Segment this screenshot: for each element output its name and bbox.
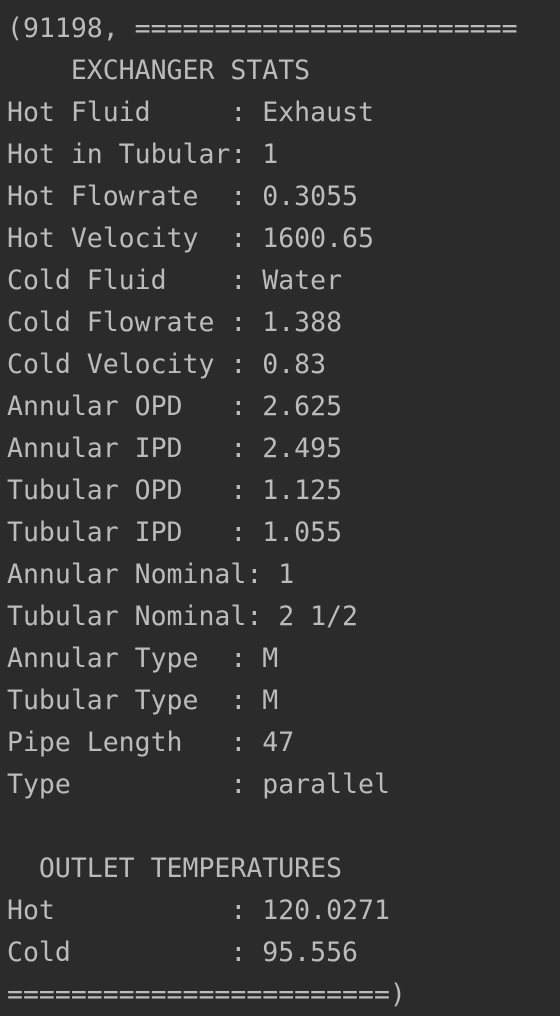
console-line-hot-temp: Hot : 120.0271	[7, 895, 390, 926]
console-line-outlet-temperatures: OUTLET TEMPERATURES	[7, 853, 343, 884]
console-line-tubular-ipd: Tubular IPD : 1.055	[7, 517, 343, 548]
console-line-annular-ipd: Annular IPD : 2.495	[7, 433, 343, 464]
console-line-annular-type: Annular Type : M	[7, 643, 279, 674]
console-line-tubular-opd: Tubular OPD : 1.125	[7, 475, 343, 506]
console-line-hot-flowrate: Hot Flowrate : 0.3055	[7, 181, 358, 212]
console-line-header-open: (91198, ========================	[7, 13, 518, 44]
console-line-type: Type : parallel	[7, 769, 390, 800]
console-line-exchanger-stats: EXCHANGER STATS	[7, 55, 311, 86]
console-line-annular-nominal: Annular Nominal: 1	[7, 559, 295, 590]
console-output: (91198, ======================== EXCHANG…	[0, 0, 560, 1016]
console-line-annular-opd: Annular OPD : 2.625	[7, 391, 343, 422]
console-line-cold-fluid: Cold Fluid : Water	[7, 265, 343, 296]
console-line-hot-in-tubular: Hot in Tubular: 1	[7, 139, 279, 170]
console-line-tubular-type: Tubular Type : M	[7, 685, 279, 716]
console-line-cold-velocity: Cold Velocity : 0.83	[7, 349, 327, 380]
console-line-pipe-length: Pipe Length : 47	[7, 727, 295, 758]
console-line-cold-flowrate: Cold Flowrate : 1.388	[7, 307, 343, 338]
console-line-footer-close: ========================)	[7, 979, 406, 1010]
console-line-cold-temp: Cold : 95.556	[7, 937, 358, 968]
console-line-hot-fluid: Hot Fluid : Exhaust	[7, 97, 374, 128]
console-line-hot-velocity: Hot Velocity : 1600.65	[7, 223, 374, 254]
console-line-tubular-nominal: Tubular Nominal: 2 1/2	[7, 601, 358, 632]
